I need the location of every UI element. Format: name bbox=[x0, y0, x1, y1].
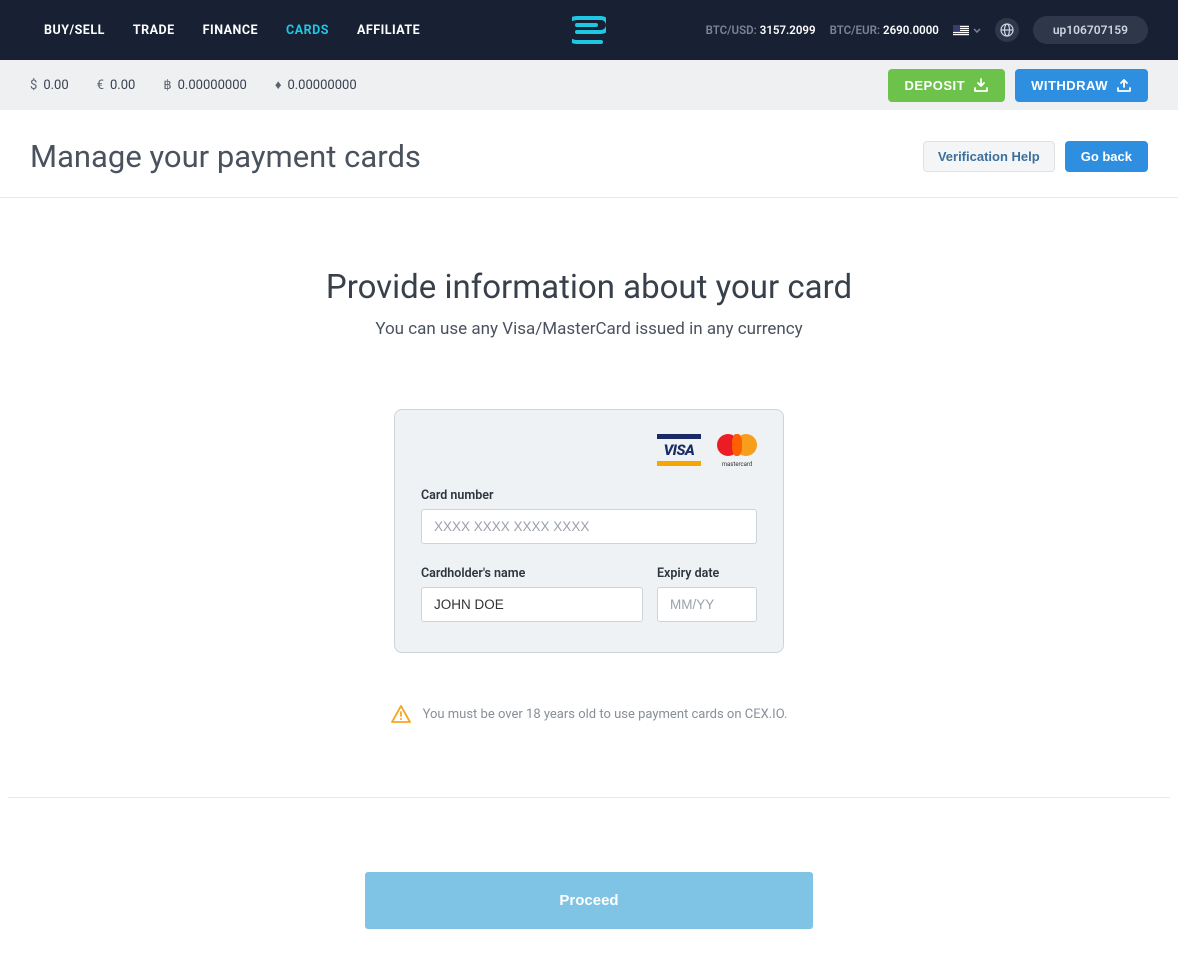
balance-eth: ♦0.00000000 bbox=[275, 77, 357, 93]
ticker-btc-usd: BTC/USD:3157.2099 bbox=[706, 23, 816, 37]
top-nav: BUY/SELL TRADE FINANCE CARDS AFFILIATE B… bbox=[0, 0, 1178, 60]
main-title: Provide information about your card bbox=[0, 268, 1178, 307]
age-warning: You must be over 18 years old to use pay… bbox=[0, 705, 1178, 757]
page-header-actions: Verification Help Go back bbox=[923, 141, 1148, 172]
card-brand-logos: VISA mastercard bbox=[421, 434, 757, 466]
us-flag-icon bbox=[953, 25, 969, 36]
nav-buy-sell[interactable]: BUY/SELL bbox=[30, 23, 119, 38]
ticker-btc-eur: BTC/EUR:2690.0000 bbox=[830, 23, 939, 37]
warning-text: You must be over 18 years old to use pay… bbox=[423, 707, 788, 722]
locale-flag-dropdown[interactable] bbox=[953, 25, 981, 36]
upload-icon bbox=[1116, 78, 1132, 92]
nav-cards[interactable]: CARDS bbox=[272, 23, 343, 38]
balance-bar: $0.00 €0.00 ฿0.00000000 ♦0.00000000 DEPO… bbox=[0, 60, 1178, 110]
user-menu[interactable]: up106707159 bbox=[1033, 16, 1148, 44]
deposit-label: DEPOSIT bbox=[904, 78, 965, 93]
page-title: Manage your payment cards bbox=[30, 138, 421, 175]
cardholder-name-label: Cardholder's name bbox=[421, 566, 643, 581]
withdraw-label: WITHDRAW bbox=[1031, 78, 1108, 93]
expiry-date-label: Expiry date bbox=[657, 566, 757, 581]
mastercard-logo-icon: mastercard bbox=[717, 434, 757, 466]
nav-right: BTC/USD:3157.2099 BTC/EUR:2690.0000 up10… bbox=[706, 16, 1148, 44]
language-button[interactable] bbox=[995, 18, 1019, 42]
main-content: Provide information about your card You … bbox=[0, 198, 1178, 797]
card-number-label: Card number bbox=[421, 488, 757, 503]
verification-help-button[interactable]: Verification Help bbox=[923, 141, 1055, 172]
card-form: VISA mastercard Card number Cardholder's… bbox=[394, 409, 784, 653]
balance-actions: DEPOSIT WITHDRAW bbox=[888, 69, 1148, 102]
balance-btc: ฿0.00000000 bbox=[163, 78, 246, 93]
warning-icon bbox=[391, 705, 411, 723]
main-subtitle: You can use any Visa/MasterCard issued i… bbox=[0, 319, 1178, 339]
deposit-button[interactable]: DEPOSIT bbox=[888, 69, 1005, 102]
proceed-button[interactable]: Proceed bbox=[365, 872, 813, 929]
download-icon bbox=[973, 78, 989, 92]
card-number-input[interactable] bbox=[421, 509, 757, 544]
balance-eur: €0.00 bbox=[97, 78, 136, 93]
proceed-section: Proceed bbox=[0, 798, 1178, 969]
go-back-button[interactable]: Go back bbox=[1065, 141, 1148, 172]
nav-trade[interactable]: TRADE bbox=[119, 23, 189, 38]
nav-left: BUY/SELL TRADE FINANCE CARDS AFFILIATE bbox=[30, 23, 434, 38]
page-header: Manage your payment cards Verification H… bbox=[0, 110, 1178, 198]
chevron-down-icon bbox=[973, 28, 981, 33]
balance-usd: $0.00 bbox=[30, 78, 69, 93]
expiry-date-input[interactable] bbox=[657, 587, 757, 622]
nav-finance[interactable]: FINANCE bbox=[189, 23, 272, 38]
cardholder-name-input[interactable] bbox=[421, 587, 643, 622]
nav-affiliate[interactable]: AFFILIATE bbox=[343, 23, 434, 38]
visa-logo-icon: VISA bbox=[657, 434, 701, 466]
logo-icon[interactable] bbox=[572, 15, 606, 45]
withdraw-button[interactable]: WITHDRAW bbox=[1015, 69, 1148, 102]
globe-icon bbox=[1000, 23, 1014, 37]
